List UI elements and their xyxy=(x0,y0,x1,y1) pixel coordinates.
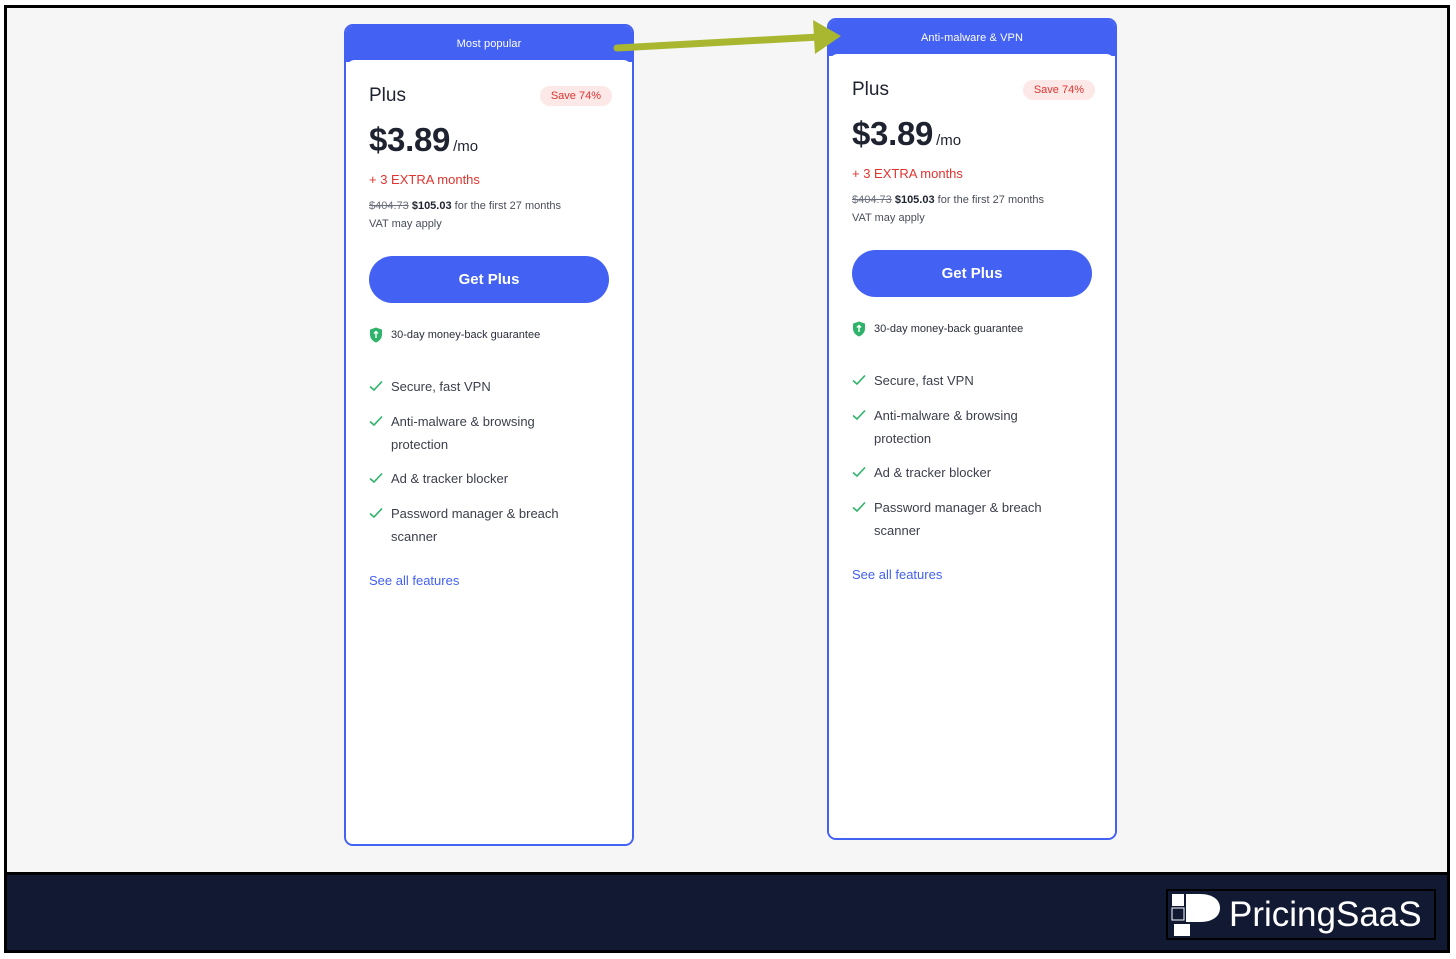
vat-note: VAT may apply xyxy=(852,212,925,224)
pricingsaas-logo-icon xyxy=(1171,893,1220,936)
check-icon xyxy=(852,501,866,513)
billing-term: for the first 27 months xyxy=(937,194,1045,206)
pricing-card-after: Anti-malware & VPN Plus Save 74% $3.89 /… xyxy=(827,18,1117,840)
old-price: $404.73 xyxy=(369,200,409,212)
get-plus-button[interactable]: Get Plus xyxy=(852,250,1092,297)
extra-months: + 3 EXTRA months xyxy=(852,166,963,181)
check-icon xyxy=(852,409,866,421)
pricingsaas-logo: PricingSaaS xyxy=(1166,889,1436,940)
billing-info: $404.73 $105.03 for the first 27 months … xyxy=(369,197,610,233)
pricing-card-before: Most popular Plus Save 74% $3.89 /mo + 3… xyxy=(344,24,634,846)
price-period: /mo xyxy=(453,138,479,155)
money-back-guarantee: 30-day money-back guarantee xyxy=(852,321,1093,337)
new-price: $105.03 xyxy=(411,200,452,212)
shield-icon xyxy=(853,321,865,337)
new-price: $105.03 xyxy=(894,194,935,206)
feature-item: Ad & tracker blocker xyxy=(852,461,1093,485)
pricing-stage: Most popular Plus Save 74% $3.89 /mo + 3… xyxy=(7,8,1447,871)
feature-text: Secure, fast VPN xyxy=(874,373,974,388)
feature-text: Ad & tracker blocker xyxy=(391,471,509,486)
billing-info: $404.73 $105.03 for the first 27 months … xyxy=(852,191,1093,227)
card-body: Plus Save 74% $3.89 /mo + 3 EXTRA months… xyxy=(829,54,1115,838)
see-all-features-link[interactable]: See all features xyxy=(852,567,1093,582)
feature-text: Ad & tracker blocker xyxy=(874,465,992,480)
feature-text: Secure, fast VPN xyxy=(391,379,491,394)
guarantee-text: 30-day money-back guarantee xyxy=(391,329,541,341)
feature-item: Password manager & breach scanner xyxy=(369,502,610,548)
feature-text: Password manager & breach scanner xyxy=(874,500,1042,538)
feature-item: Secure, fast VPN xyxy=(369,375,610,399)
feature-item: Anti-malware & browsing protection xyxy=(369,410,610,456)
feature-list: Secure, fast VPN Anti-malware & browsing… xyxy=(369,375,610,548)
feature-item: Password manager & breach scanner xyxy=(852,496,1093,542)
footer-bar: PricingSaaS xyxy=(7,872,1447,950)
check-icon xyxy=(852,466,866,478)
arrow-right-icon xyxy=(613,20,841,54)
guarantee-text: 30-day money-back guarantee xyxy=(874,323,1024,335)
feature-text: Anti-malware & browsing protection xyxy=(391,414,535,452)
feature-item: Ad & tracker blocker xyxy=(369,467,610,491)
see-all-features-link[interactable]: See all features xyxy=(369,573,610,588)
check-icon xyxy=(369,380,383,392)
feature-text: Password manager & breach scanner xyxy=(391,506,559,544)
price-period: /mo xyxy=(936,132,962,149)
check-icon xyxy=(369,472,383,484)
feature-text: Anti-malware & browsing protection xyxy=(874,408,1018,446)
check-icon xyxy=(369,415,383,427)
shield-icon xyxy=(370,327,382,343)
feature-item: Anti-malware & browsing protection xyxy=(852,404,1093,450)
money-back-guarantee: 30-day money-back guarantee xyxy=(369,327,610,343)
get-plus-button[interactable]: Get Plus xyxy=(369,256,609,303)
check-icon xyxy=(852,374,866,386)
screenshot-frame: Most popular Plus Save 74% $3.89 /mo + 3… xyxy=(4,5,1450,953)
feature-list: Secure, fast VPN Anti-malware & browsing… xyxy=(852,369,1093,542)
card-body: Plus Save 74% $3.89 /mo + 3 EXTRA months… xyxy=(346,60,632,844)
logo-text: PricingSaaS xyxy=(1229,894,1422,934)
billing-term: for the first 27 months xyxy=(454,200,562,212)
check-icon xyxy=(369,507,383,519)
feature-item: Secure, fast VPN xyxy=(852,369,1093,393)
old-price: $404.73 xyxy=(852,194,892,206)
vat-note: VAT may apply xyxy=(369,218,442,230)
extra-months: + 3 EXTRA months xyxy=(369,172,480,187)
